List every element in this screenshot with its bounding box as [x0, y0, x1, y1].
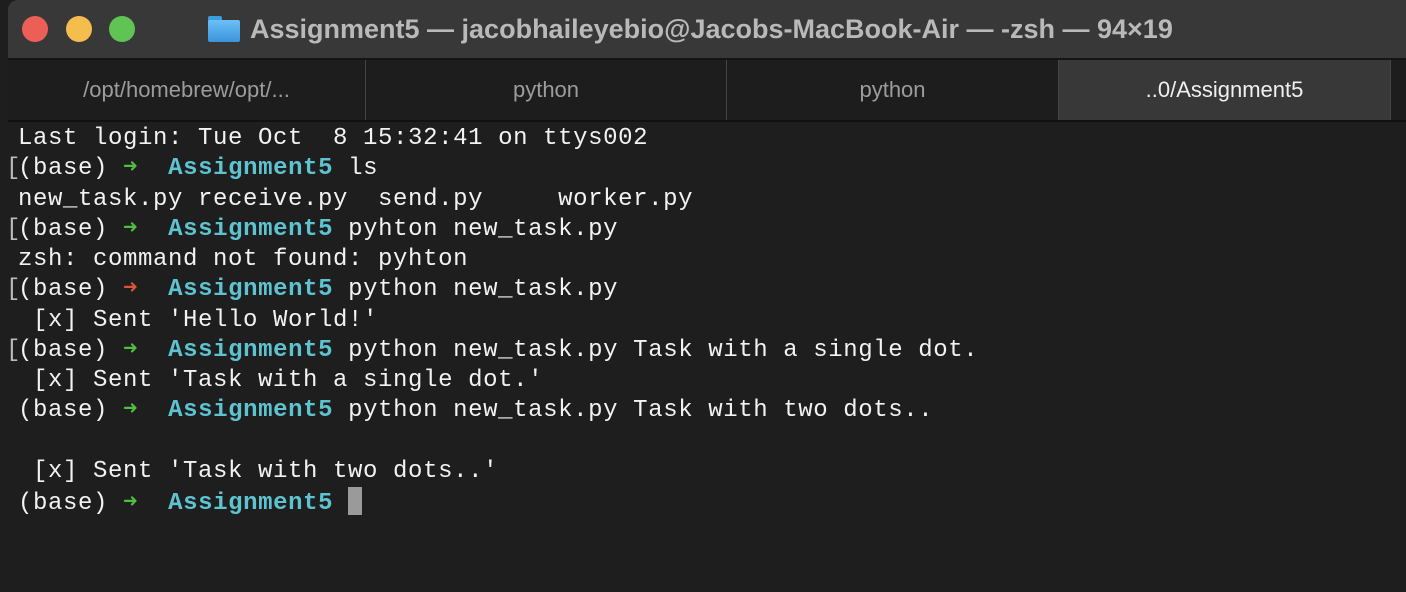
terminal-line: (base) ➜ Assignment5 python new_task.py …	[18, 396, 978, 426]
prompt-directory: Assignment5	[168, 336, 334, 364]
prompt-arrow-icon: ➜	[123, 490, 139, 517]
terminal-text: [x] Sent 'Hello World!'	[18, 306, 379, 334]
terminal-text: Last login: Tue Oct 8 15:32:41 on ttys00…	[18, 125, 649, 152]
terminal-text: [x] Sent 'Task with two dots..'	[18, 457, 499, 485]
prompt-directory: Assignment5	[168, 215, 334, 243]
terminal-text: python new_task.py	[333, 276, 619, 304]
tab-python-2[interactable]: python	[727, 60, 1059, 120]
prompt-arrow-icon: ➜	[123, 336, 139, 364]
line-bracket-marker: [	[6, 336, 22, 364]
terminal-line: [x] Sent 'Hello World!'	[18, 306, 978, 336]
terminal-text: new_task.py receive.py send.py worker.py	[18, 185, 694, 213]
terminal-line: [x] Sent 'Task with a single dot.'	[18, 366, 978, 396]
line-bracket-marker: [	[6, 276, 22, 304]
minimize-button[interactable]	[66, 16, 92, 42]
terminal-text: (base)	[18, 397, 124, 425]
terminal-text: (base)	[18, 215, 124, 243]
terminal-line: [(base) ➜ Assignment5 python new_task.py	[6, 275, 978, 305]
terminal-text: zsh: command not found: pyhton	[18, 246, 469, 273]
prompt-arrow-icon: ➜	[123, 215, 139, 243]
terminal-text: python new_task.py Task with two dots..	[333, 397, 934, 425]
terminal-text: python new_task.py Task with a single do…	[333, 336, 979, 364]
terminal-line: [(base) ➜ Assignment5 python new_task.py…	[6, 336, 979, 366]
prompt-directory: Assignment5	[168, 397, 334, 425]
prompt-directory: Assignment5	[168, 490, 334, 517]
terminal-line: [x] Sent 'Task with two dots..'	[18, 457, 978, 487]
terminal-line: zsh: command not found: pyhton	[18, 245, 978, 275]
window-title: Assignment5 — jacobhaileyebio@Jacobs-Mac…	[250, 13, 1173, 44]
tab-python-1[interactable]: python	[366, 60, 727, 120]
terminal-text: pyhton new_task.py	[333, 215, 619, 243]
terminal-line: Last login: Tue Oct 8 15:32:41 on ttys00…	[18, 124, 978, 154]
prompt-arrow-icon: ➜	[123, 276, 139, 304]
tab-homebrew[interactable]: /opt/homebrew/opt/...	[8, 60, 366, 120]
terminal-output[interactable]: Last login: Tue Oct 8 15:32:41 on ttys00…	[6, 124, 979, 517]
text-cursor	[348, 487, 363, 515]
line-bracket-marker: [	[6, 215, 22, 243]
prompt-directory: Assignment5	[168, 155, 334, 183]
terminal-text: [x] Sent 'Task with a single dot.'	[18, 367, 544, 394]
zoom-button[interactable]	[109, 16, 135, 42]
terminal-line: (base) ➜ Assignment5	[18, 487, 978, 517]
terminal-text: (base)	[18, 490, 124, 517]
title-bar: Assignment5 — jacobhaileyebio@Jacobs-Mac…	[8, 0, 1406, 60]
folder-icon	[208, 16, 240, 42]
terminal-text: (base)	[18, 155, 124, 183]
prompt-arrow-icon: ➜	[123, 155, 139, 183]
line-bracket-marker: [	[6, 155, 22, 183]
window-title-group: Assignment5 — jacobhaileyebio@Jacobs-Mac…	[208, 0, 1173, 58]
tab-bar: /opt/homebrew/opt/... python python ..0/…	[8, 60, 1406, 122]
terminal-line: new_task.py receive.py send.py worker.py	[18, 185, 978, 215]
tab-assignment5[interactable]: ..0/Assignment5	[1059, 60, 1391, 120]
prompt-arrow-icon: ➜	[123, 397, 139, 425]
close-button[interactable]	[22, 16, 48, 42]
terminal-text: (base)	[18, 336, 124, 364]
terminal-line: [(base) ➜ Assignment5 ls	[6, 154, 978, 184]
terminal-text: (base)	[18, 276, 124, 304]
prompt-directory: Assignment5	[168, 276, 334, 304]
terminal-line: [(base) ➜ Assignment5 pyhton new_task.py	[6, 215, 978, 245]
terminal-text: ls	[333, 155, 379, 183]
